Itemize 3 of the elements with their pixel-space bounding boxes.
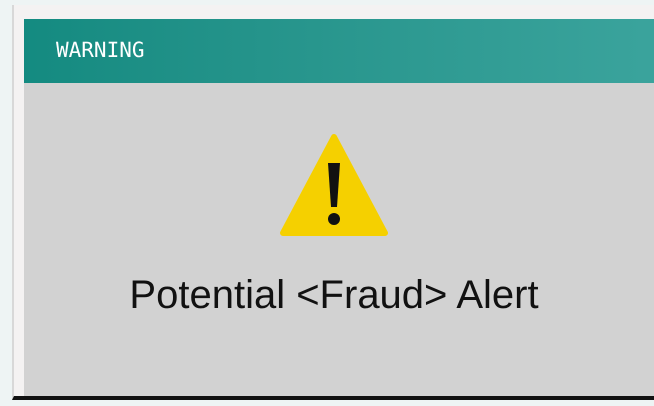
alert-message: Potential <Fraud> Alert: [129, 272, 539, 319]
window-title: WARNING: [56, 37, 145, 64]
warning-icon: [279, 133, 389, 237]
